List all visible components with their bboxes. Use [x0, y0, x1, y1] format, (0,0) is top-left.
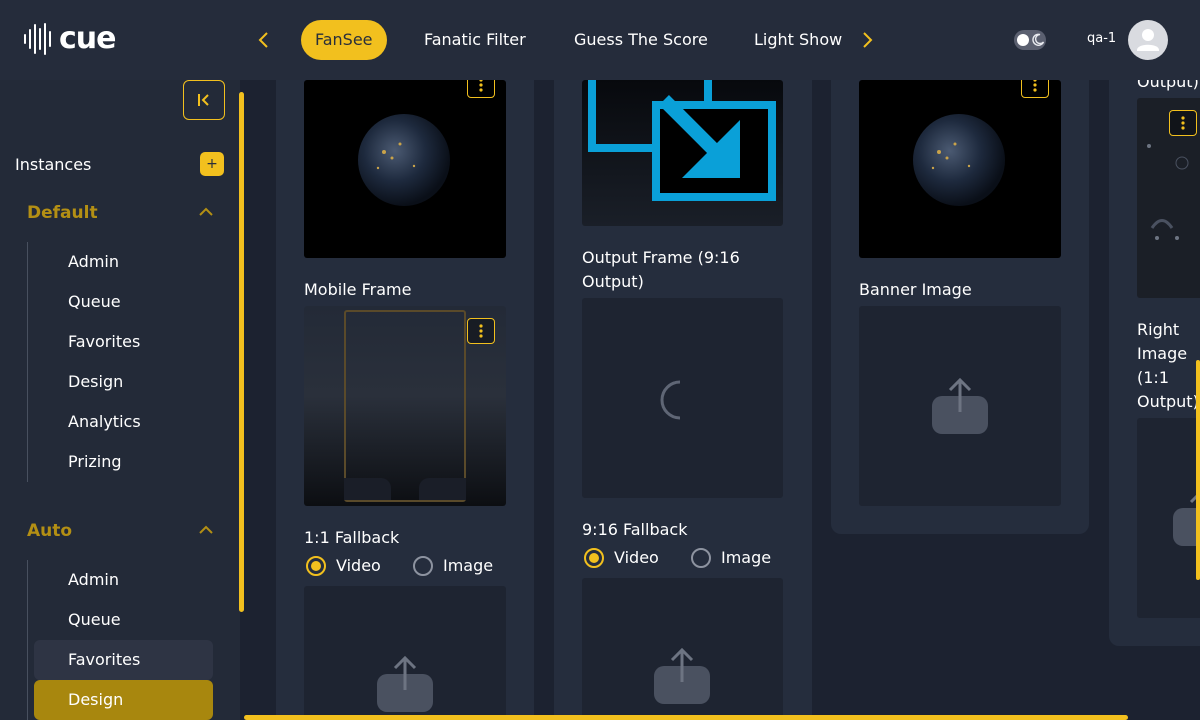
radio-video-9-16[interactable] — [584, 548, 604, 568]
horizontal-scrollbar[interactable] — [244, 715, 1128, 720]
group-auto-toggle[interactable]: Auto — [27, 521, 72, 541]
fallback-1-1-label: 1:1 Fallback — [304, 528, 400, 547]
username: qa-1 — [1087, 31, 1117, 46]
tree-line — [27, 242, 28, 482]
collapse-left-icon — [198, 94, 209, 106]
tab-light-show[interactable]: Light Show — [754, 20, 842, 60]
logo-text: cue — [59, 21, 116, 56]
upload-dropzone-banner[interactable] — [859, 306, 1061, 506]
earth-image — [913, 114, 1005, 206]
tree-line — [27, 560, 28, 720]
radio-image-1-1[interactable] — [413, 556, 433, 576]
earth-image — [358, 114, 450, 206]
loading-spinner-icon — [660, 380, 681, 420]
tab-fanatic-filter[interactable]: Fanatic Filter — [424, 20, 526, 60]
sponsor-logo — [344, 478, 391, 500]
radio-image-9-16[interactable] — [691, 548, 711, 568]
output-frame-label: Output Frame (9:16 Output) — [582, 248, 740, 291]
theme-toggle[interactable] — [1014, 30, 1046, 50]
upload-dropzone-right-image[interactable] — [1137, 418, 1200, 618]
tabs-scroll-left-button[interactable] — [252, 26, 276, 54]
sidebar-item-auto-queue[interactable]: Queue — [34, 600, 213, 640]
kebab-icon — [479, 80, 483, 92]
sidebar-item-default-favorites[interactable]: Favorites — [34, 322, 213, 362]
upload-icon — [654, 648, 710, 704]
image-thumbnail — [859, 80, 1061, 258]
output-frame-icon — [588, 80, 776, 201]
kebab-icon — [1181, 116, 1185, 130]
more-options-button[interactable] — [1169, 110, 1197, 136]
kebab-icon — [1033, 80, 1037, 92]
instances-heading: Instances — [15, 155, 92, 174]
toggle-knob — [1017, 34, 1029, 46]
tab-guess-the-score[interactable]: Guess The Score — [574, 20, 708, 60]
radio-video-1-1[interactable] — [306, 556, 326, 576]
more-options-button[interactable] — [467, 318, 495, 344]
avatar[interactable] — [1128, 20, 1168, 60]
phone-frame-outline — [344, 310, 466, 502]
sidebar-item-auto-admin[interactable]: Admin — [34, 560, 213, 600]
chevron-left-icon — [258, 32, 268, 48]
upload-dropzone-1-1[interactable] — [304, 586, 506, 720]
radio-image-label: Image — [721, 548, 772, 567]
tab-fansee[interactable]: FanSee — [301, 20, 387, 60]
upload-icon — [932, 378, 988, 434]
top-bar: cue FanSee Fanatic Filter Guess The Scor… — [0, 0, 1200, 80]
main-content: Mobile Frame 1:1 Fallback Video Image Ou… — [244, 80, 1200, 720]
output-frame-thumbnail — [582, 80, 783, 226]
add-instance-button[interactable]: + — [200, 152, 224, 176]
sidebar-item-default-prizing[interactable]: Prizing — [34, 442, 213, 482]
sidebar-item-default-design[interactable]: Design — [34, 362, 213, 402]
team-logo — [419, 478, 466, 500]
banner-image-label: Banner Image — [859, 280, 972, 299]
chevron-up-icon[interactable] — [198, 525, 214, 535]
vertical-scrollbar[interactable] — [1196, 360, 1200, 580]
chevron-up-icon[interactable] — [198, 207, 214, 217]
sidebar-item-auto-design[interactable]: Design — [34, 680, 213, 720]
app-logo[interactable]: cue — [24, 22, 116, 56]
more-options-button[interactable] — [467, 80, 495, 98]
upload-icon — [377, 656, 433, 712]
image-thumbnail — [304, 80, 506, 258]
fallback-9-16-label: 9:16 Fallback — [582, 520, 688, 539]
column-4-top-label: Output) — [1137, 80, 1199, 91]
sidebar: Instances + Default Admin Queue Favorite… — [0, 80, 240, 720]
output-frame-preview — [582, 298, 783, 498]
radio-video-label: Video — [614, 548, 659, 567]
kebab-icon — [479, 324, 483, 338]
sidebar-item-default-analytics[interactable]: Analytics — [34, 402, 213, 442]
sidebar-item-auto-favorites[interactable]: Favorites — [34, 640, 213, 680]
collapse-sidebar-button[interactable] — [183, 80, 225, 120]
sound-wave-icon — [24, 22, 51, 56]
right-image-label: Right Image (1:1 Output) — [1137, 320, 1199, 411]
user-icon — [1137, 29, 1159, 51]
group-default-toggle[interactable]: Default — [27, 203, 98, 223]
sidebar-item-default-queue[interactable]: Queue — [34, 282, 213, 322]
tabs-scroll-right-button[interactable] — [855, 26, 879, 54]
sidebar-item-default-admin[interactable]: Admin — [34, 242, 213, 282]
mobile-frame-label: Mobile Frame — [304, 280, 412, 299]
upload-dropzone-9-16[interactable] — [582, 578, 783, 720]
more-options-button[interactable] — [1021, 80, 1049, 98]
chevron-right-icon — [863, 32, 873, 48]
moon-icon — [1032, 33, 1045, 46]
plus-icon: + — [206, 156, 218, 172]
radio-image-label: Image — [443, 556, 494, 575]
radio-video-label: Video — [336, 556, 381, 575]
